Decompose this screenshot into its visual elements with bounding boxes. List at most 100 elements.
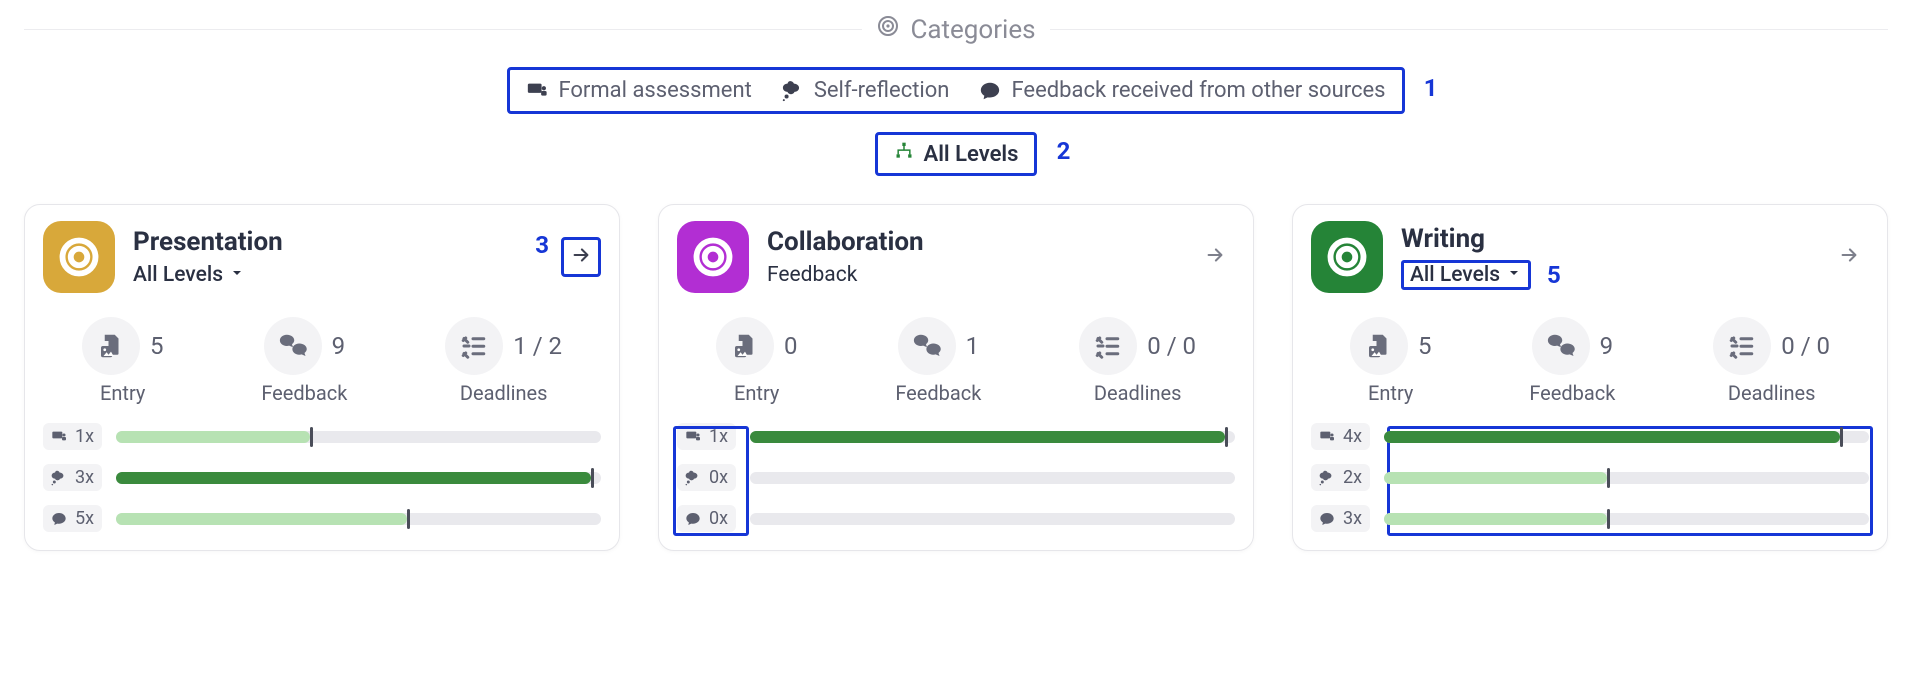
annotation-3: 3	[535, 231, 549, 259]
card-title: Presentation	[133, 227, 283, 258]
filter-other-sources[interactable]: Feedback received from other sources	[979, 78, 1385, 103]
thought-icon	[51, 470, 67, 486]
stat-feedback: 9 Feedback	[1529, 317, 1615, 405]
stat-entry: 5 Entry	[82, 317, 164, 405]
progress-fill	[1384, 513, 1607, 525]
bar-count: 1x	[75, 426, 94, 447]
stat-label: Feedback	[261, 381, 347, 405]
arrow-right-icon	[1204, 244, 1226, 270]
stat-label: Deadlines	[1728, 381, 1816, 405]
caret-down-icon	[1506, 263, 1522, 287]
card-level-selector[interactable]: All Levels	[1401, 260, 1531, 290]
entry-icon	[716, 317, 774, 375]
category-badge	[1311, 221, 1383, 293]
annotation-2: 2	[1057, 137, 1071, 165]
annotation-1: 1	[1424, 74, 1438, 102]
progress-track	[116, 472, 601, 484]
divider-right	[1050, 29, 1888, 30]
open-card-button[interactable]	[1829, 237, 1869, 277]
category-badge	[43, 221, 115, 293]
card-level-selector[interactable]: All Levels	[133, 263, 283, 287]
progress-fill	[1384, 431, 1840, 443]
stat-label: Entry	[734, 381, 779, 405]
progress-track	[1384, 472, 1869, 484]
card-title: Writing	[1401, 224, 1561, 255]
bar-tag: 1x	[43, 423, 102, 450]
card-level-label: All Levels	[133, 263, 223, 287]
deadlines-icon	[1713, 317, 1771, 375]
stat-value: 0 / 0	[1147, 332, 1196, 360]
category-card-presentation: Presentation All Levels 3	[24, 204, 620, 551]
feedback-type-filters: Formal assessment Self-reflection Feedba…	[507, 67, 1404, 114]
stat-value: 9	[1600, 332, 1614, 360]
progress-fill	[750, 431, 1225, 443]
bar-row-formal: 1x	[677, 423, 1235, 450]
teach-icon	[1319, 429, 1335, 445]
bar-tag: 5x	[43, 505, 102, 532]
card-level-label: All Levels	[1410, 263, 1500, 287]
stat-entry: 0 Entry	[716, 317, 798, 405]
teach-icon	[526, 80, 548, 102]
progress-marker	[1840, 427, 1843, 447]
stat-label: Feedback	[895, 381, 981, 405]
levels-button-label: All Levels	[924, 142, 1019, 167]
deadlines-icon	[445, 317, 503, 375]
open-card-button[interactable]	[1195, 237, 1235, 277]
stat-value: 5	[1418, 332, 1432, 360]
bar-row-other: 0x	[677, 505, 1235, 532]
progress-track	[1384, 513, 1869, 525]
entry-icon	[82, 317, 140, 375]
target-icon	[876, 14, 900, 45]
bar-tag: 4x	[1311, 423, 1370, 450]
caret-down-icon	[229, 263, 245, 287]
stat-label: Deadlines	[1094, 381, 1182, 405]
progress-fill	[116, 472, 591, 484]
progress-track	[750, 472, 1235, 484]
filter-label: Feedback received from other sources	[1011, 78, 1385, 103]
feedback-icon	[898, 317, 956, 375]
filter-self-reflection[interactable]: Self-reflection	[782, 78, 950, 103]
arrow-right-icon	[1838, 244, 1860, 270]
progress-track	[1384, 431, 1869, 443]
bar-row-self: 3x	[43, 464, 601, 491]
feedback-icon	[264, 317, 322, 375]
target-icon	[691, 235, 735, 279]
card-title: Collaboration	[767, 227, 924, 258]
stat-value: 0 / 0	[1781, 332, 1830, 360]
bar-tag: 3x	[1311, 505, 1370, 532]
stat-value: 1 / 2	[513, 332, 562, 360]
stat-deadlines: 0 / 0 Deadlines	[1713, 317, 1830, 405]
tree-icon	[894, 141, 914, 167]
category-card-writing: Writing All Levels 5	[1292, 204, 1888, 551]
target-icon	[1325, 235, 1369, 279]
stat-value: 0	[784, 332, 798, 360]
progress-marker	[310, 427, 313, 447]
annotation-5: 5	[1547, 261, 1561, 289]
bar-count: 2x	[1343, 467, 1362, 488]
open-card-button[interactable]	[561, 237, 601, 277]
bar-tag: 2x	[1311, 464, 1370, 491]
section-header: Categories	[24, 14, 1888, 45]
category-badge	[677, 221, 749, 293]
stat-deadlines: 1 / 2 Deadlines	[445, 317, 562, 405]
bar-row-formal: 1x	[43, 423, 601, 450]
filter-formal-assessment[interactable]: Formal assessment	[526, 78, 751, 103]
stat-label: Deadlines	[460, 381, 548, 405]
progress-track	[116, 513, 601, 525]
deadlines-icon	[1079, 317, 1137, 375]
category-card-collaboration: Collaboration Feedback 0 Entry	[658, 204, 1254, 551]
stat-feedback: 9 Feedback	[261, 317, 347, 405]
bar-tag: 3x	[43, 464, 102, 491]
stat-value: 5	[150, 332, 164, 360]
progress-track	[750, 431, 1235, 443]
arrow-right-icon	[570, 244, 592, 270]
progress-marker	[407, 509, 410, 529]
progress-marker	[1607, 468, 1610, 488]
teach-icon	[51, 429, 67, 445]
bar-count: 4x	[1343, 426, 1362, 447]
progress-marker	[1225, 427, 1228, 447]
stat-value: 9	[332, 332, 346, 360]
all-levels-button[interactable]: All Levels 2	[875, 132, 1038, 176]
bar-count: 3x	[1343, 508, 1362, 529]
annotation-box-4	[673, 426, 749, 536]
